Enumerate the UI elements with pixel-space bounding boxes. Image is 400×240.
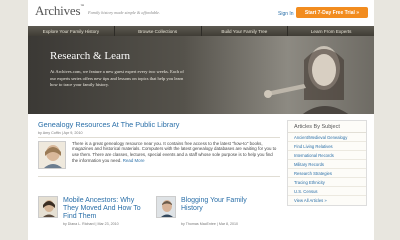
free-trial-button[interactable]: Start 7-Day Free Trial » <box>296 7 368 18</box>
divider <box>38 136 280 138</box>
author-photo[interactable] <box>38 196 58 218</box>
site-tagline: Family history made simple & affordable. <box>88 10 161 15</box>
site-header: Archives™ Family history made simple & a… <box>28 0 374 26</box>
sidebar-item-tracing-ethnicity[interactable]: Tracing Ethnicity <box>288 178 366 187</box>
hero-banner: Research & Learn At Archives.com, we fea… <box>28 36 374 114</box>
signin-link[interactable]: Sign In <box>278 11 294 17</box>
nav-item-family-tree[interactable]: Build Your Family Tree <box>202 26 289 36</box>
article-list: Mobile Ancestors: Why They Moved And How… <box>38 196 280 240</box>
sidebar-item-find-living-relatives[interactable]: Find Living Relatives <box>288 142 366 151</box>
article-byline: by Thomas MacEntee | Mar 8, 2010 <box>181 222 238 226</box>
author-photo-image <box>39 197 57 217</box>
nav-item-learn[interactable]: Learn From Experts <box>288 26 374 36</box>
nav-item-explore[interactable]: Explore Your Family History <box>28 26 115 36</box>
article-title[interactable]: Blogging Your Family History <box>181 197 261 213</box>
author-photo[interactable] <box>38 140 66 169</box>
divider <box>38 175 280 177</box>
article-title[interactable]: Mobile Ancestors: Why They Moved And How… <box>63 197 143 221</box>
main-content: Genealogy Resources At The Public Librar… <box>38 120 280 179</box>
featured-article-byline: by Amy Coffin | Apr 9, 2010 <box>38 130 83 135</box>
read-more-link[interactable]: Read More <box>123 158 145 163</box>
sidebar-articles-by-subject: Articles By Subject Ancient/Medieval Gen… <box>287 120 367 206</box>
sidebar-item-us-census[interactable]: U.S. Census <box>288 187 366 196</box>
hero-text: At Archives.com, we feature a new guest … <box>50 69 184 88</box>
sidebar-item-ancient-medieval[interactable]: Ancient/Medieval Genealogy <box>288 133 366 142</box>
featured-article-excerpt: There is a great genealogy resource near… <box>72 141 280 165</box>
logo-text: Archives <box>35 3 81 18</box>
site-logo[interactable]: Archives™ <box>35 3 84 19</box>
sidebar-item-international-records[interactable]: International Records <box>288 151 366 160</box>
sidebar-title: Articles By Subject <box>288 121 366 133</box>
sidebar-item-research-strategies[interactable]: Research Strategies <box>288 169 366 178</box>
author-photo-image <box>157 197 175 217</box>
article-byline: by Diana L. Richard | Mar 23, 2010 <box>63 222 119 226</box>
featured-article-title[interactable]: Genealogy Resources At The Public Librar… <box>38 120 280 129</box>
nav-item-browse-collections[interactable]: Browse Collections <box>115 26 202 36</box>
featured-article: There is a great genealogy resource near… <box>38 140 280 174</box>
hero-image <box>264 46 349 114</box>
logo-trademark: ™ <box>80 3 85 8</box>
main-nav: Explore Your Family History Browse Colle… <box>28 26 374 36</box>
sidebar-item-view-all[interactable]: View All Articles » <box>288 196 366 205</box>
excerpt-text: There is a great genealogy resource near… <box>72 140 277 164</box>
author-photo[interactable] <box>156 196 176 218</box>
author-photo-image <box>39 141 65 168</box>
sidebar-item-military-records[interactable]: Military Records <box>288 160 366 169</box>
page: Archives™ Family history made simple & a… <box>28 0 374 240</box>
hero-title: Research & Learn <box>50 50 131 62</box>
